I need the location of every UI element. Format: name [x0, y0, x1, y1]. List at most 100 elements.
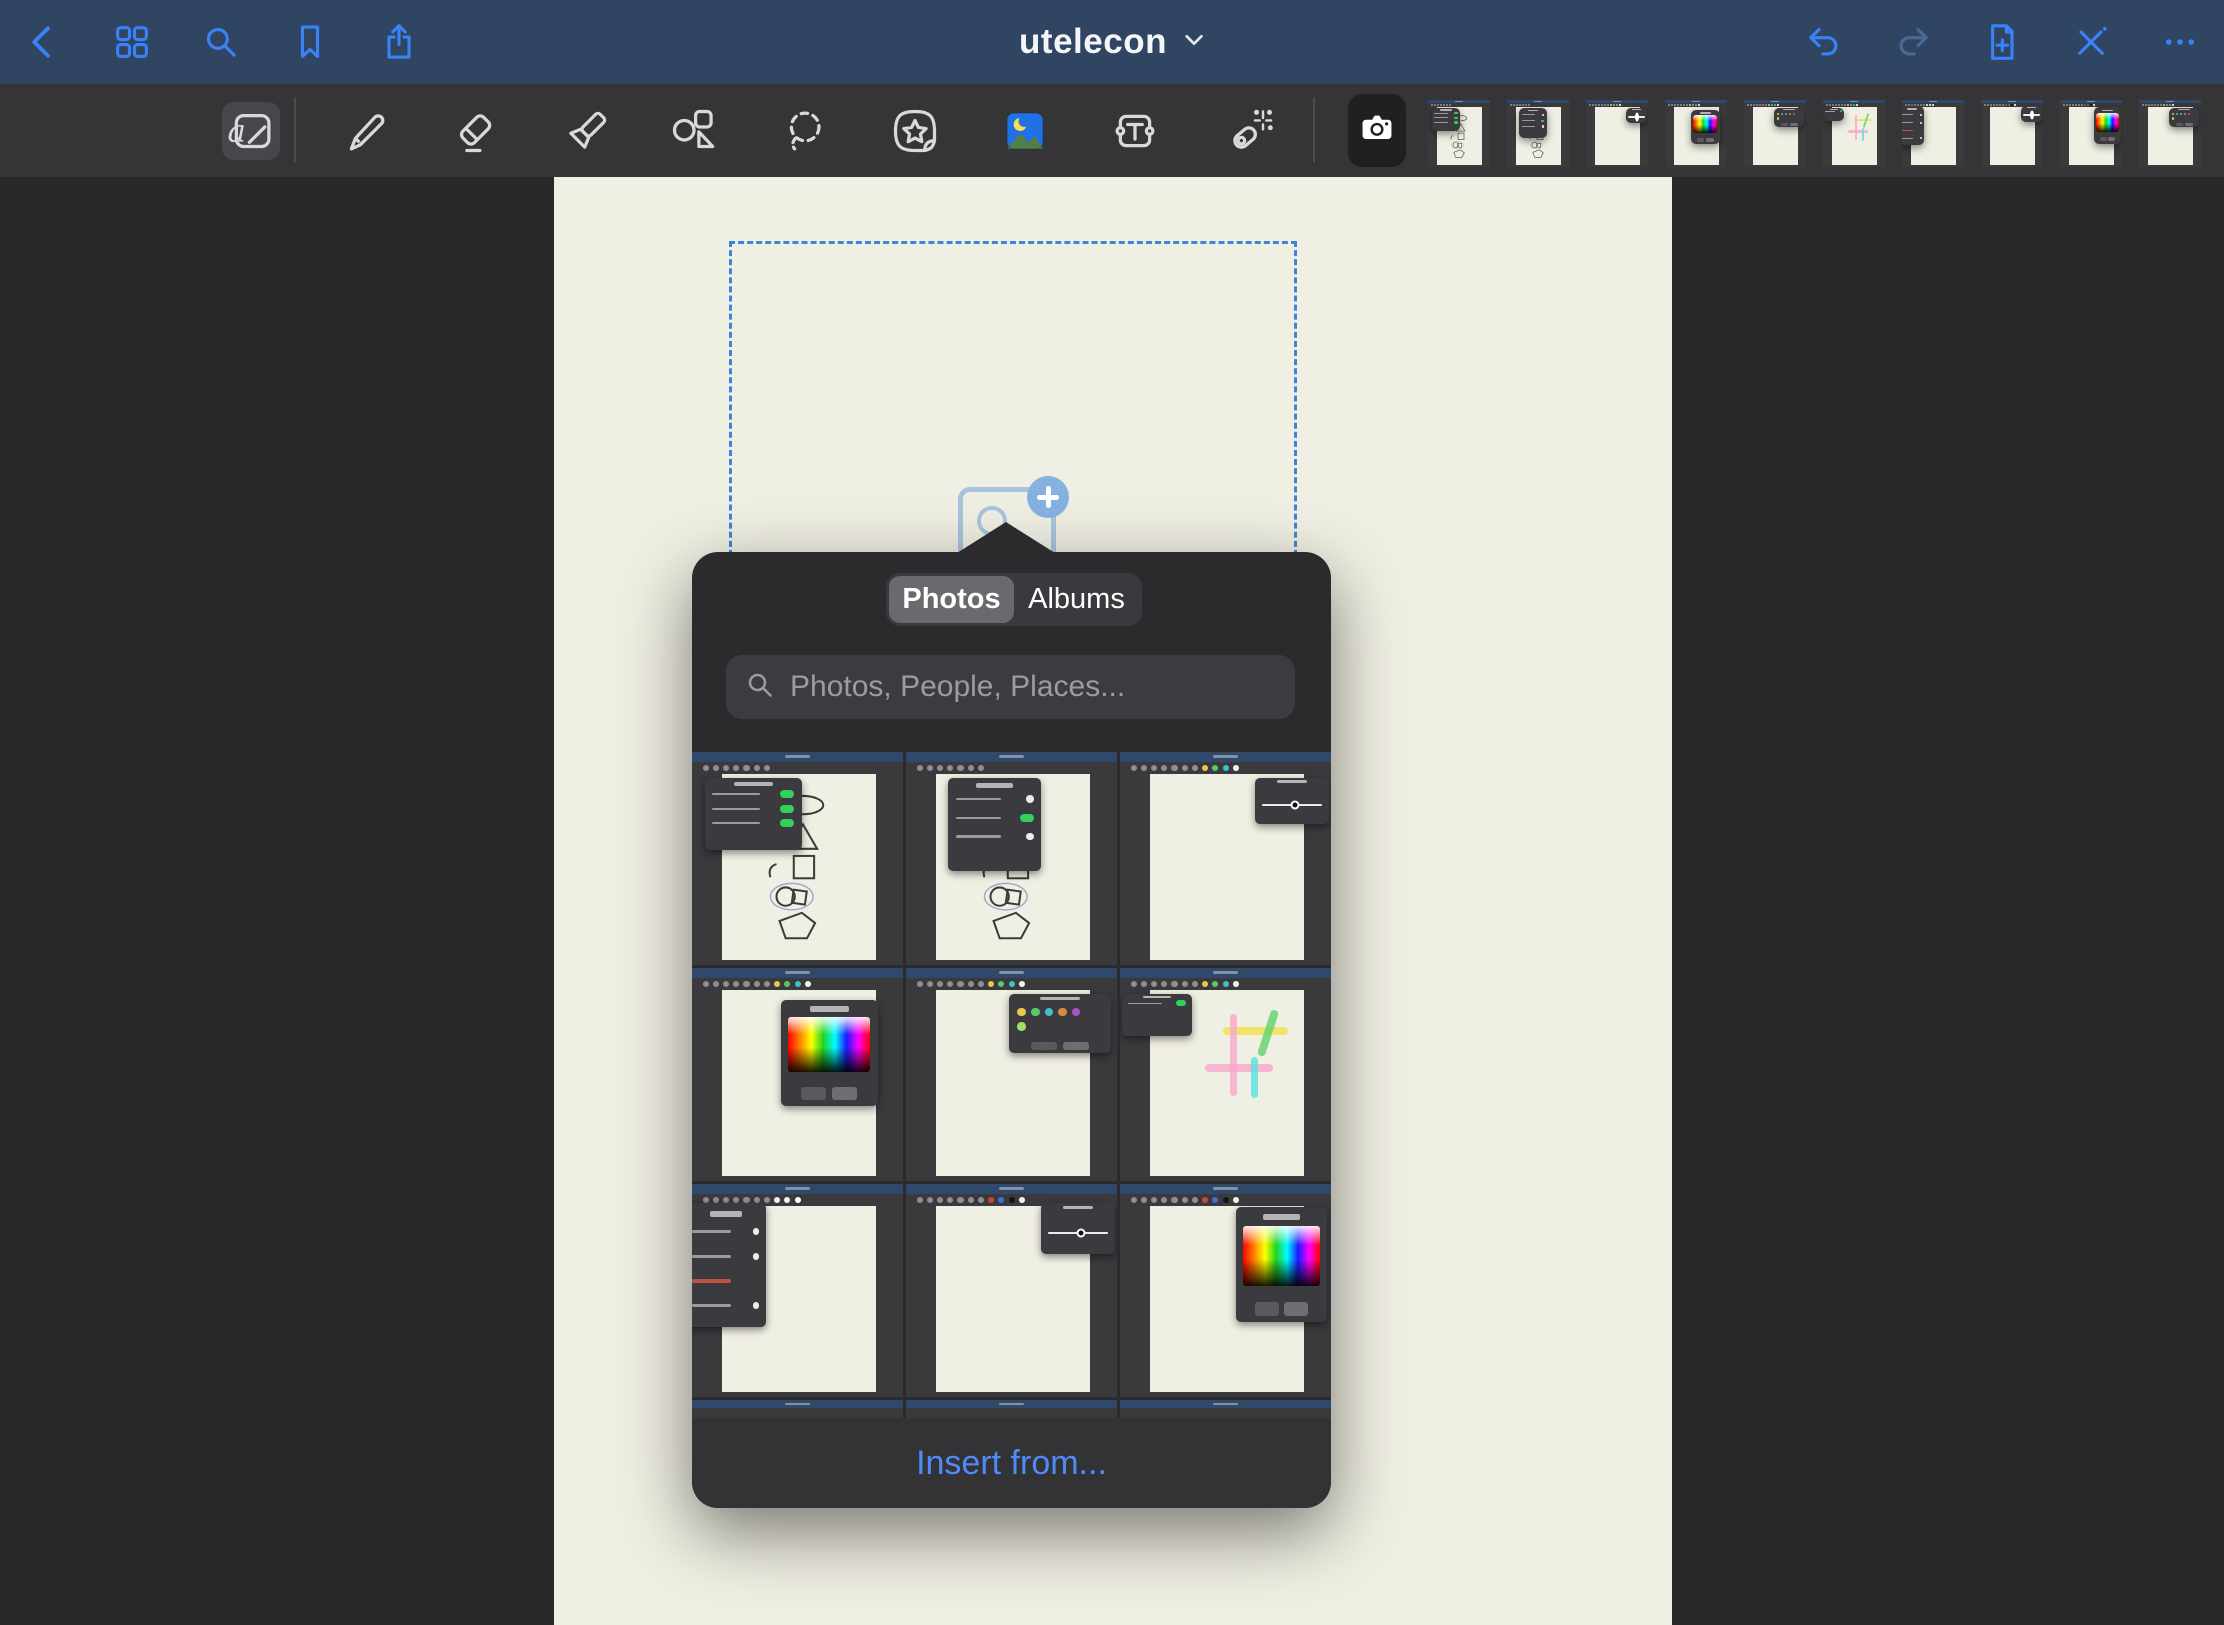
image-tool[interactable] — [996, 102, 1054, 160]
mini-tool-dot — [1440, 104, 1442, 106]
photo-thumbnail[interactable] — [1120, 752, 1331, 965]
photo-thumbnail-partial[interactable] — [1120, 1400, 1331, 1418]
mini-tool-dot — [968, 981, 974, 987]
mini-tool-dot — [927, 981, 933, 987]
mini-tool-dot — [754, 981, 760, 987]
photo-thumbnail[interactable] — [1120, 968, 1331, 1181]
mini-panel-label — [712, 808, 759, 810]
redo-button[interactable] — [1890, 20, 1935, 65]
tab-albums[interactable]: Albums — [1014, 576, 1139, 623]
mini-color-dot — [2176, 113, 2179, 116]
mini-tool-dot — [2063, 104, 2065, 106]
page-thumbnail[interactable] — [1823, 100, 1885, 167]
mini-tool-dot — [1202, 765, 1208, 771]
mini-tool-dot — [1774, 104, 1776, 106]
photo-thumbnail-partial[interactable] — [692, 1400, 903, 1418]
mini-panel-title — [1783, 109, 1795, 110]
page-thumbnail[interactable] — [1902, 100, 1964, 167]
photo-thumbnail[interactable] — [692, 752, 903, 965]
add-image-badge[interactable] — [1027, 476, 1069, 518]
insert-from-button[interactable]: Insert from... — [692, 1418, 1331, 1508]
shapes-tool[interactable] — [665, 102, 723, 160]
bookmark-button[interactable] — [287, 20, 332, 65]
laser-pointer-tool[interactable] — [1221, 102, 1279, 160]
more-options-button[interactable] — [2157, 20, 2202, 65]
undo-button[interactable] — [1801, 20, 1846, 65]
mini-tool-dot — [1510, 104, 1512, 106]
mini-tool-dot — [1987, 104, 1989, 106]
mini-tool-dot — [1765, 104, 1767, 106]
page-thumbnail[interactable] — [1507, 100, 1569, 167]
add-page-button[interactable] — [1979, 20, 2024, 65]
photo-thumbnail[interactable] — [906, 1184, 1117, 1397]
mini-panel-label — [956, 817, 1001, 820]
mini-popover-panel — [1774, 108, 1804, 127]
mini-color-dot — [1031, 1008, 1040, 1017]
mini-tool-dot — [1212, 765, 1218, 771]
edit-mode-tool[interactable]: a — [222, 102, 280, 160]
lasso-tool[interactable] — [777, 102, 835, 160]
mini-screenshot — [1428, 100, 1490, 167]
mini-tool-dot — [1850, 104, 1852, 106]
mini-navbar — [906, 1184, 1117, 1194]
page-thumbnail[interactable] — [1586, 100, 1648, 167]
document-title-button[interactable]: utelecon — [1019, 0, 1205, 84]
mini-panel-title — [2178, 109, 2190, 110]
photo-thumbnail-partial[interactable] — [906, 1400, 1117, 1418]
mini-tool-dot — [1443, 104, 1445, 106]
page-thumbnail-strip — [1428, 100, 2201, 167]
back-button[interactable] — [20, 20, 65, 65]
mini-tool-dot — [998, 981, 1004, 987]
mini-toggle-off — [1920, 114, 1922, 116]
photo-thumbnail[interactable] — [692, 968, 903, 1181]
exit-edit-mode-button[interactable] — [2068, 20, 2113, 65]
mini-tool-dot — [1689, 104, 1691, 106]
top-navigation-bar: utelecon — [0, 0, 2224, 84]
mini-tool-dot — [947, 765, 953, 771]
page-overview-button[interactable] — [109, 20, 154, 65]
page-thumbnail[interactable] — [2060, 100, 2122, 167]
mini-tool-dot — [1844, 104, 1846, 106]
mini-button — [2176, 123, 2184, 125]
page-thumbnail[interactable] — [1428, 100, 1490, 167]
mini-color-dot — [2172, 117, 2175, 120]
photo-thumbnail[interactable] — [1120, 1184, 1331, 1397]
mini-tool-dot — [1756, 104, 1758, 106]
mini-color-dot — [2172, 113, 2175, 116]
mini-tool-dot — [1674, 104, 1676, 106]
camera-button[interactable] — [1348, 94, 1406, 167]
page-thumbnail[interactable] — [1981, 100, 2043, 167]
mini-tool-dot — [764, 765, 770, 771]
mini-screenshot — [1586, 100, 1648, 167]
page-thumbnail[interactable] — [1744, 100, 1806, 167]
pencil-x-icon — [2071, 22, 2111, 62]
mini-tool-dot — [795, 981, 801, 987]
mini-navbar — [1120, 1400, 1331, 1408]
photo-search-bar[interactable] — [726, 655, 1295, 719]
stickers-tool[interactable] — [886, 102, 944, 160]
mini-tool-dot — [2163, 104, 2165, 106]
photo-thumbnail[interactable] — [906, 752, 1117, 965]
photo-thumbnail[interactable] — [906, 968, 1117, 1181]
search-button[interactable] — [198, 20, 243, 65]
mini-tool-dot — [1171, 981, 1177, 987]
mini-tool-dot — [2002, 104, 2004, 106]
share-button[interactable] — [376, 20, 421, 65]
mini-tool-dot — [1984, 104, 1986, 106]
mini-tool-dot — [2014, 104, 2016, 106]
tab-photos[interactable]: Photos — [889, 576, 1014, 623]
highlighter-tool[interactable] — [558, 102, 616, 160]
photo-thumbnail[interactable] — [692, 1184, 903, 1397]
mini-button — [2185, 123, 2193, 125]
mini-screenshot — [1120, 1400, 1331, 1418]
text-tool[interactable] — [1106, 102, 1164, 160]
page-thumbnail[interactable] — [1665, 100, 1727, 167]
page-thumbnail[interactable] — [2139, 100, 2201, 167]
mini-navbar — [906, 968, 1117, 978]
photo-search-input[interactable] — [788, 669, 1277, 705]
mini-color-dot — [1781, 113, 1784, 116]
mini-tool-dot — [1753, 104, 1755, 106]
eraser-tool[interactable] — [446, 102, 504, 160]
pen-tool[interactable] — [337, 102, 395, 160]
mini-tool-dot — [1161, 765, 1167, 771]
